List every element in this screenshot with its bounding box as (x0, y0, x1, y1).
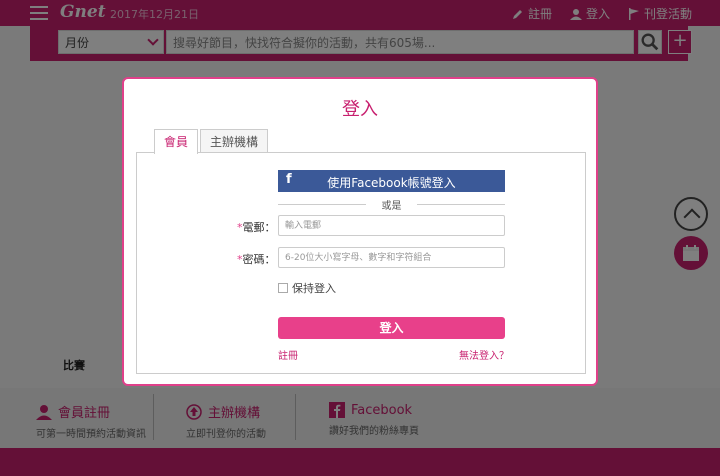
email-field[interactable]: 輸入電郵 (278, 215, 505, 236)
password-field[interactable]: 6-20位大小寫字母、數字和字符組合 (278, 247, 505, 268)
or-divider: 或是 (278, 197, 505, 212)
checkbox[interactable] (278, 283, 288, 293)
password-label: *密碼： (237, 253, 276, 266)
login-modal: 登入 會員 主辦機構 f 使用Facebook帳號登入 或是 *電郵： 輸入電郵… (122, 77, 598, 386)
facebook-login-label: 使用Facebook帳號登入 (327, 176, 456, 190)
tab-organizer[interactable]: 主辦機構 (200, 129, 269, 153)
modal-title: 登入 (342, 99, 378, 120)
facebook-login-button[interactable]: f 使用Facebook帳號登入 (278, 170, 505, 192)
email-label: *電郵： (237, 221, 276, 234)
login-tabs: 會員 主辦機構 (154, 129, 270, 154)
forgot-login-link[interactable]: 無法登入？ (459, 347, 509, 362)
keep-login-label: 保持登入 (292, 282, 336, 295)
register-link[interactable]: 註冊 (278, 347, 298, 362)
login-panel: f 使用Facebook帳號登入 或是 *電郵： 輸入電郵 *密碼： 6-20位… (136, 152, 586, 374)
keep-login-checkbox[interactable]: 保持登入 (278, 280, 336, 296)
login-button[interactable]: 登入 (278, 317, 505, 339)
tab-member[interactable]: 會員 (154, 129, 199, 154)
